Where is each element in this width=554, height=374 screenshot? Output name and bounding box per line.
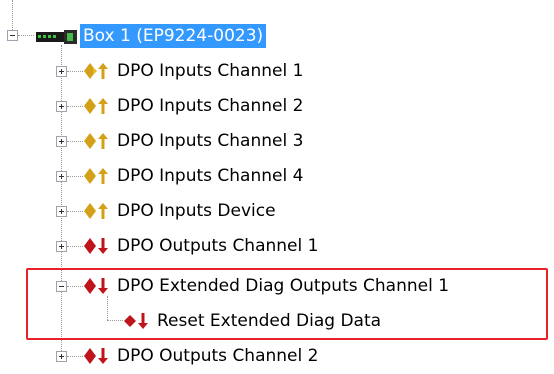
tree-connector (67, 246, 83, 247)
expand-toggle[interactable] (56, 101, 67, 112)
tree-item-label: DPO Outputs Channel 1 (117, 236, 319, 256)
tree-item-label: DPO Inputs Channel 3 (117, 131, 304, 151)
tree-item-label: DPO Inputs Channel 1 (117, 61, 304, 81)
tree-item-root[interactable]: Box 1 (EP9224-0023) (80, 23, 267, 49)
tree-item-label: Box 1 (EP9224-0023) (80, 24, 267, 48)
collapse-toggle[interactable] (7, 30, 18, 41)
tree-connector (12, 0, 13, 30)
input-pdo-icon (84, 98, 108, 114)
tree-item-dpo-inputs-channel-2[interactable]: DPO Inputs Channel 2 (114, 93, 306, 119)
tree-item-label: DPO Inputs Channel 4 (117, 166, 304, 186)
tree-item-dpo-outputs-channel-2[interactable]: DPO Outputs Channel 2 (114, 343, 321, 369)
tree-connector (67, 106, 83, 107)
input-pdo-icon (84, 168, 108, 184)
tree-item-label: DPO Outputs Channel 2 (117, 346, 319, 366)
expand-toggle[interactable] (56, 171, 67, 182)
tree-item-label: DPO Inputs Device (117, 201, 276, 221)
tree-item-dpo-outputs-channel-1[interactable]: DPO Outputs Channel 1 (114, 233, 321, 259)
highlight-annotation-box (26, 268, 548, 340)
output-pdo-icon (84, 238, 108, 254)
expand-toggle[interactable] (56, 206, 67, 217)
input-pdo-icon (84, 63, 108, 79)
tree-connector (67, 211, 83, 212)
expand-toggle[interactable] (56, 241, 67, 252)
tree-item-dpo-inputs-channel-3[interactable]: DPO Inputs Channel 3 (114, 128, 306, 154)
tree-view: Box 1 (EP9224-0023) DPO Inputs Channel 1… (0, 0, 554, 374)
ethercat-box-icon (36, 30, 77, 44)
tree-item-label: DPO Inputs Channel 2 (117, 96, 304, 116)
expand-toggle[interactable] (56, 66, 67, 77)
tree-connector (67, 141, 83, 142)
tree-connector (67, 176, 83, 177)
output-pdo-icon (84, 348, 108, 364)
tree-connector (67, 71, 83, 72)
tree-item-dpo-inputs-channel-1[interactable]: DPO Inputs Channel 1 (114, 58, 306, 84)
expand-toggle[interactable] (56, 351, 67, 362)
tree-connector (67, 356, 83, 357)
input-pdo-icon (84, 133, 108, 149)
input-pdo-icon (84, 203, 108, 219)
tree-item-dpo-inputs-channel-4[interactable]: DPO Inputs Channel 4 (114, 163, 306, 189)
tree-item-dpo-inputs-device[interactable]: DPO Inputs Device (114, 198, 279, 224)
tree-connector (18, 35, 34, 36)
expand-toggle[interactable] (56, 136, 67, 147)
